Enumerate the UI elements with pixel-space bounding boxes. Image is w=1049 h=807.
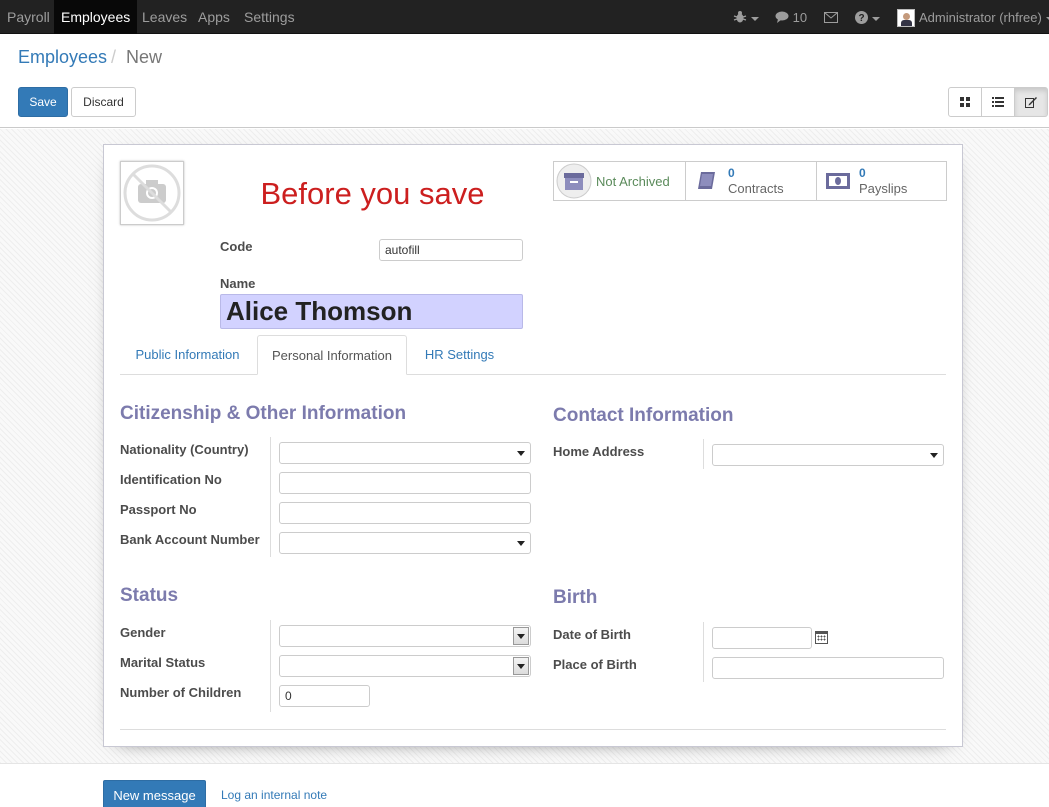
payslips-label: Payslips [859,181,908,196]
form-view-icon [1025,97,1037,108]
tab-public-information[interactable]: Public Information [120,335,255,375]
nationality-select[interactable] [279,442,531,464]
identification-input[interactable] [279,472,531,494]
section-status-title: Status [120,585,179,606]
messages-menu[interactable]: 10 [775,0,807,34]
chevron-down-icon [872,16,880,21]
log-note-link[interactable]: Log an internal note [221,788,327,802]
menu-apps[interactable]: Apps [191,0,237,34]
calendar-icon[interactable] [815,631,828,644]
list-view-button[interactable] [981,87,1015,117]
breadcrumb-separator: / [111,47,117,67]
chevron-down-icon [930,453,938,458]
archive-icon [556,163,592,199]
place-of-birth-label: Place of Birth [553,657,637,672]
chevron-down-icon [517,541,525,546]
date-of-birth-label: Date of Birth [553,627,631,642]
smart-buttons: Not Archived 0 Contracts 0 Payslips [553,161,947,201]
user-name: Administrator (rhfree) [919,10,1042,25]
user-menu[interactable]: Administrator (rhfree) [919,0,1049,34]
debug-menu[interactable] [733,0,759,34]
before-save-warning: Before you save [260,176,485,211]
menu-payroll[interactable]: Payroll [0,0,57,34]
bank-account-select[interactable] [279,532,531,554]
payslips-button[interactable]: 0 Payslips [816,162,947,200]
messages-count: 10 [792,10,808,25]
menu-employees[interactable]: Employees [54,0,138,34]
tab-personal-information[interactable]: Personal Information [257,335,407,375]
breadcrumb-current: New [126,47,163,67]
section-birth-title: Birth [553,587,598,608]
section-contact-title: Contact Information [553,405,734,426]
kanban-view-button[interactable] [948,87,982,117]
home-address-select[interactable] [712,444,944,466]
chevron-down-icon [751,16,759,21]
tab-hr-settings[interactable]: HR Settings [409,335,510,375]
gender-select[interactable] [279,625,531,647]
gender-label: Gender [120,625,166,640]
nationality-label: Nationality (Country) [120,442,249,457]
menu-settings[interactable]: Settings [237,0,302,34]
contracts-label: Contracts [728,181,784,196]
dropdown-button-icon [513,627,529,645]
place-of-birth-input[interactable] [712,657,944,679]
contracts-button[interactable]: 0 Contracts [685,162,816,200]
passport-input[interactable] [279,502,531,524]
passport-label: Passport No [120,502,197,517]
discard-button[interactable]: Discard [71,87,136,117]
home-address-label: Home Address [553,444,645,459]
book-icon [698,172,715,189]
money-icon [826,173,850,189]
mail-menu[interactable] [824,0,838,34]
chevron-down-icon [517,451,525,456]
svg-text:?: ? [858,13,864,24]
field-separator [270,437,271,557]
children-label: Number of Children [120,685,242,700]
section-citizenship-title: Citizenship & Other Information [120,403,407,424]
payslips-count: 0 [859,166,866,180]
chat-icon [775,11,789,23]
archive-status-label: Not Archived [596,174,670,189]
save-button[interactable]: Save [18,87,68,117]
bank-account-label: Bank Account Number [120,532,260,547]
marital-status-label: Marital Status [120,655,206,670]
field-separator [270,620,271,712]
form-view-button[interactable] [1014,87,1048,117]
envelope-icon [824,12,838,23]
code-label: Code [220,239,253,254]
contracts-count: 0 [728,166,735,180]
list-view-icon [992,97,1004,107]
name-input[interactable]: Alice Thomson [220,294,523,329]
name-label: Name [220,276,256,291]
date-of-birth-input[interactable] [712,627,812,649]
kanban-view-icon [960,97,970,107]
sheet-bottom-divider [120,729,946,730]
new-message-button[interactable]: New message [103,780,206,807]
identification-label: Identification No [120,472,222,487]
dropdown-button-icon [513,657,529,675]
help-icon: ? [855,11,868,24]
avatar[interactable] [897,9,915,27]
marital-status-select[interactable] [279,655,531,677]
field-separator [703,439,704,469]
top-navbar: Payroll Employees Leaves Apps Settings 1… [0,0,1049,34]
help-menu[interactable]: ? [855,0,880,34]
bug-icon [733,11,747,23]
control-panel: Employees / New Save Discard [0,35,1049,128]
field-separator [703,622,704,682]
breadcrumb-employees[interactable]: Employees [18,47,107,68]
menu-leaves[interactable]: Leaves [135,0,194,34]
children-input[interactable]: 0 [279,685,370,707]
code-input[interactable]: autofill [379,239,523,261]
archive-toggle-button[interactable]: Not Archived [554,162,685,200]
